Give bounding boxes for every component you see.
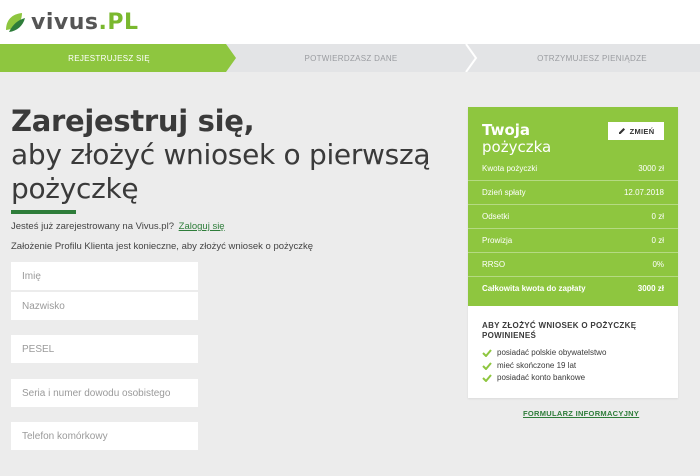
edit-loan-button[interactable]: ZMIEŃ — [608, 122, 664, 140]
last-name-field[interactable] — [11, 292, 198, 320]
page-heading: Zarejestruj się, aby złożyć wniosek o pi… — [11, 104, 451, 206]
logo-wordmark: vivus.PL — [31, 9, 139, 35]
check-icon — [482, 348, 492, 357]
loan-summary-panel: Twoja pożyczka ZMIEŃ Kwota pożyczki 3000… — [468, 107, 678, 306]
loan-card-subtitle: pożyczka — [482, 138, 552, 156]
loan-total-label: Całkowita kwota do zapłaty — [482, 283, 586, 293]
heading-divider — [11, 210, 76, 214]
profile-requirement-note: Założenie Profilu Klienta jest konieczne… — [11, 241, 314, 252]
loan-row-value: 0 zł — [651, 211, 664, 221]
loan-row-label: Kwota pożyczki — [482, 163, 538, 173]
page-title: Zarejestruj się, — [11, 104, 255, 138]
login-link[interactable]: Zaloguj się — [179, 221, 225, 232]
loan-row-label: RRSO — [482, 259, 506, 269]
phone-field[interactable] — [11, 422, 198, 450]
loan-total-value: 3000 zł — [637, 283, 664, 293]
step-confirm-data: POTWIERDZASZ DANE — [304, 53, 398, 63]
loan-summary-card: Twoja pożyczka ZMIEŃ Kwota pożyczki 3000… — [468, 107, 678, 398]
login-prompt: Jesteś już zarejestrowany na Vivus.pl? Z… — [11, 221, 225, 232]
loan-row-label: Prowizja — [482, 235, 513, 245]
vivus-logo[interactable]: vivus.PL — [4, 8, 138, 36]
pencil-icon — [618, 128, 625, 134]
pesel-field[interactable] — [11, 335, 198, 363]
information-form-link[interactable]: FORMULARZ INFORMACYJNY — [523, 409, 639, 418]
chevron-right-icon — [465, 44, 478, 72]
step-register: REJESTRUJESZ SIĘ — [0, 44, 218, 72]
login-question: Jesteś już zarejestrowany na Vivus.pl? — [11, 221, 174, 232]
first-name-field[interactable] — [11, 262, 198, 290]
check-icon — [482, 361, 492, 370]
loan-row-label: Odsetki — [482, 211, 510, 221]
id-number-field[interactable] — [11, 379, 198, 407]
step-receive-money: OTRZYMUJESZ PIENIĄDZE — [537, 53, 647, 63]
loan-card-title: Twoja — [482, 121, 531, 139]
requirement-item: mieć skończone 19 lat — [482, 361, 662, 370]
requirement-item: posiadać polskie obywatelstwo — [482, 348, 662, 357]
requirement-text: posiadać polskie obywatelstwo — [497, 348, 607, 357]
vivus-leaf-logo-icon — [4, 10, 28, 34]
loan-row-value: 0% — [652, 259, 664, 269]
loan-row-amount: Kwota pożyczki 3000 zł — [482, 156, 664, 180]
loan-row-value: 0 zł — [651, 235, 664, 245]
top-header: vivus.PL — [0, 0, 700, 44]
loan-row-total: Całkowita kwota do zapłaty 3000 zł — [482, 276, 664, 300]
check-icon — [482, 373, 492, 382]
loan-row-value: 12.07.2018 — [623, 187, 664, 197]
requirement-text: mieć skończone 19 lat — [497, 361, 577, 370]
loan-row-fee: Prowizja 0 zł — [482, 228, 664, 252]
edit-loan-label: ZMIEŃ — [629, 126, 655, 136]
requirements-title: ABY ZŁOŻYĆ WNIOSEK O POŻYCZKĘ POWINIENEŚ — [482, 321, 637, 340]
page-subtitle-line-2: pożyczkę — [11, 172, 139, 205]
chevron-right-icon — [218, 44, 236, 72]
registration-steps: REJESTRUJESZ SIĘ POTWIERDZASZ DANE OTRZY… — [0, 44, 700, 72]
loan-row-label: Dzień spłaty — [482, 187, 526, 197]
requirement-item: posiadać konto bankowe — [482, 373, 662, 382]
loan-row-interest: Odsetki 0 zł — [482, 204, 664, 228]
page-subtitle-line-1: aby złożyć wniosek o pierwszą — [11, 138, 431, 171]
loan-row-rrso: RRSO 0% — [482, 252, 664, 276]
loan-row-due-date: Dzień spłaty 12.07.2018 — [482, 180, 664, 204]
requirement-text: posiadać konto bankowe — [497, 373, 586, 382]
loan-row-value: 3000 zł — [638, 163, 664, 173]
